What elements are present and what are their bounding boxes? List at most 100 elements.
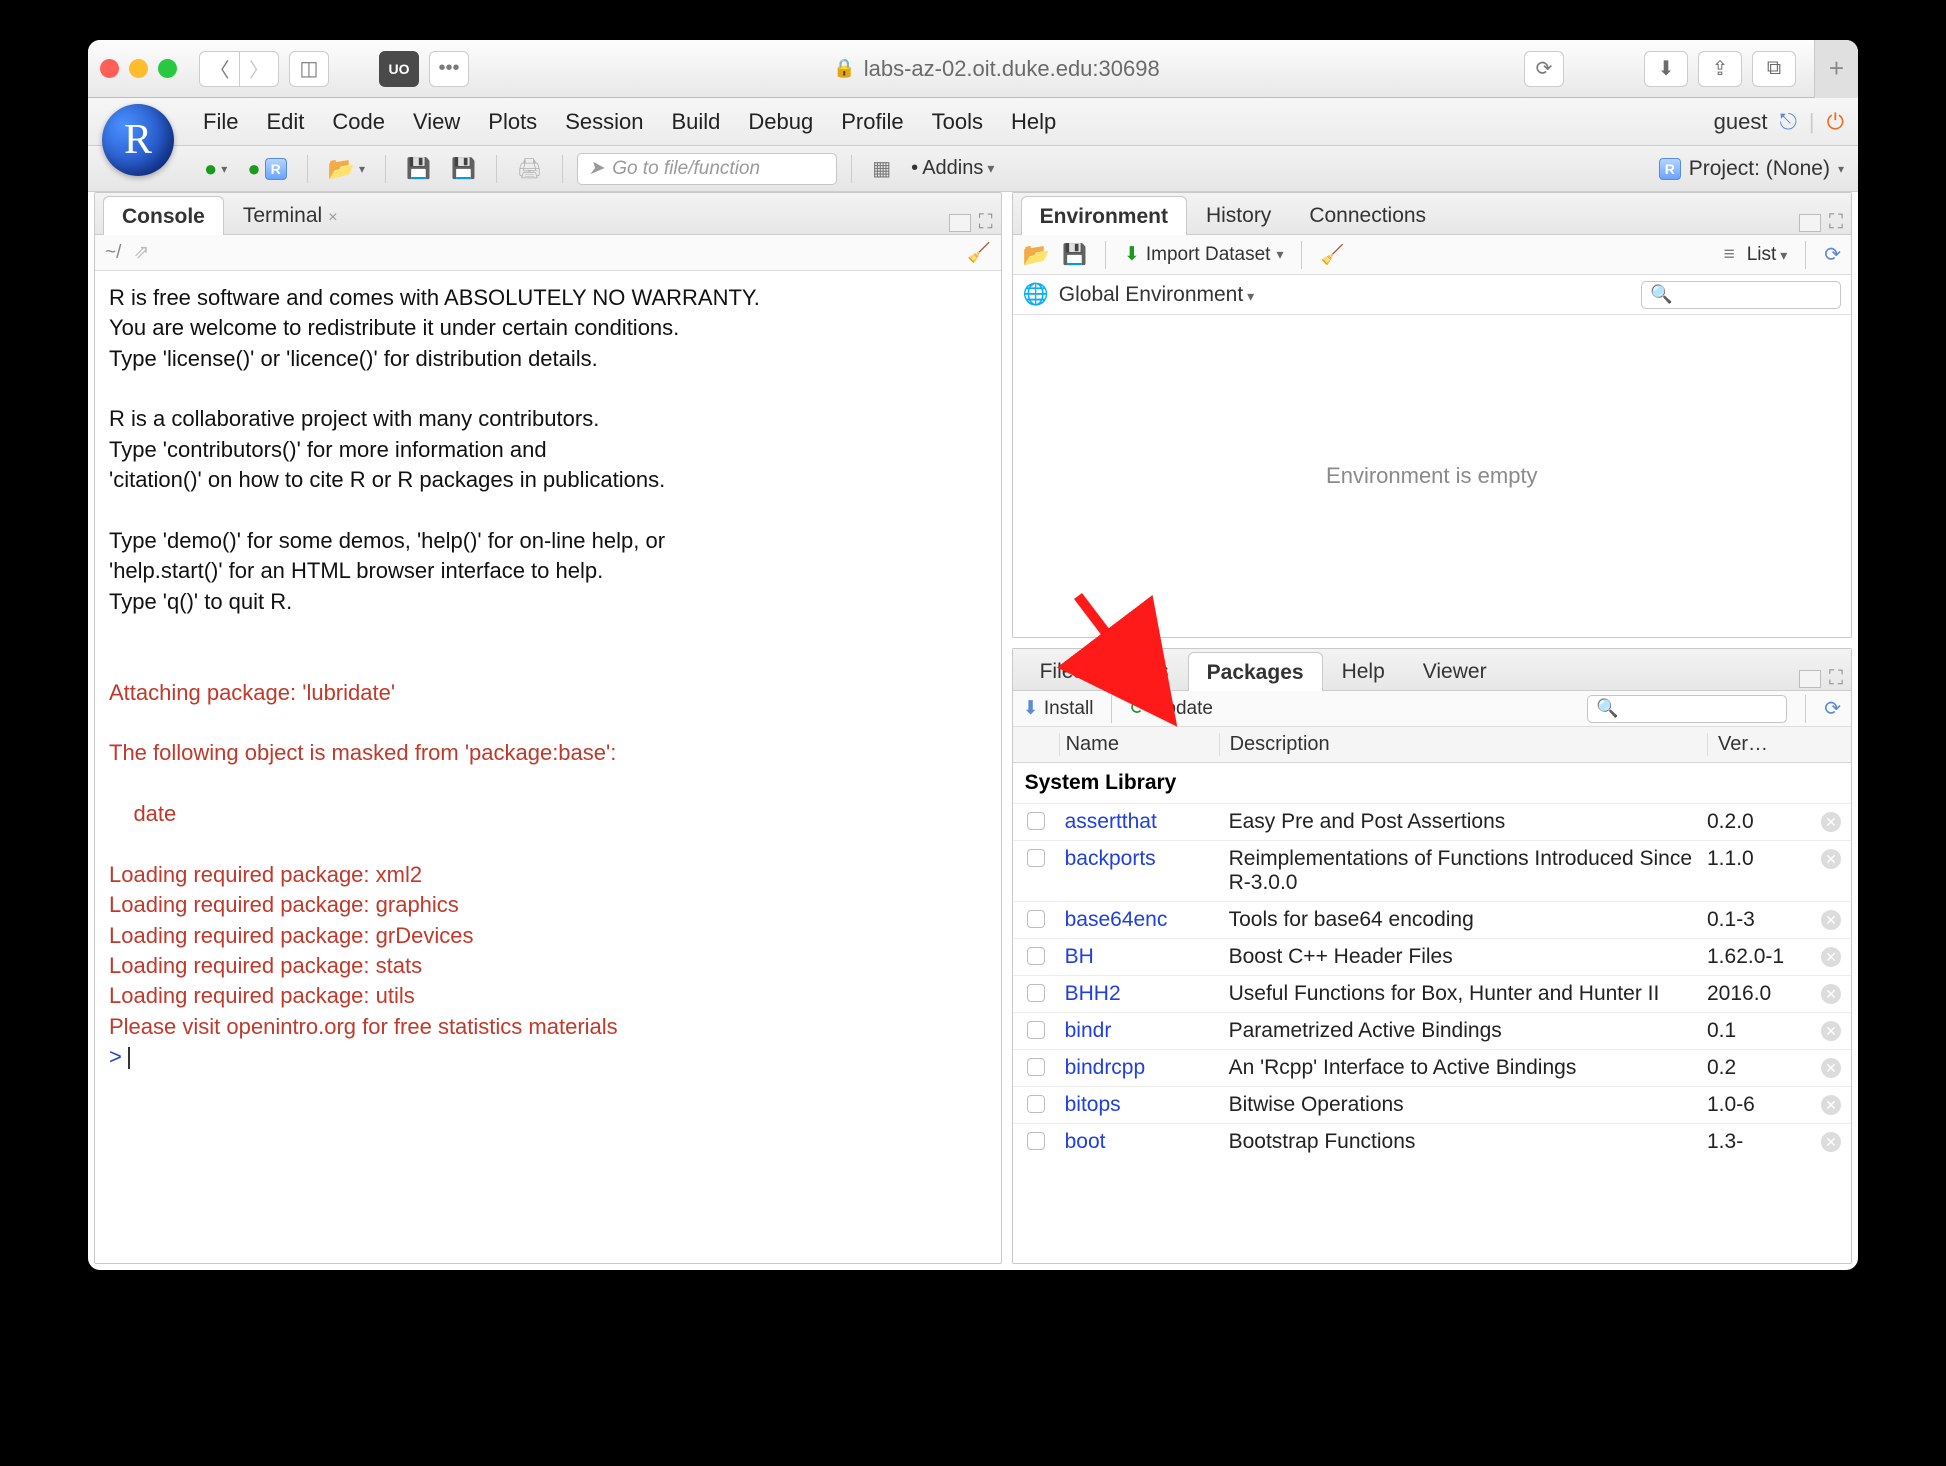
console-popout-icon[interactable]: ⇗ — [133, 241, 149, 264]
more-button[interactable]: ••• — [429, 51, 469, 87]
window-zoom-button[interactable] — [158, 59, 177, 78]
tab-terminal[interactable]: Terminal× — [224, 195, 357, 234]
pkg-checkbox[interactable] — [1027, 849, 1045, 867]
new-tab-button[interactable]: + — [1814, 40, 1858, 98]
address-bar[interactable]: 🔒 labs-az-02.oit.duke.edu:30698 — [833, 56, 1159, 82]
package-row[interactable]: bootBootstrap Functions1.3-✕ — [1013, 1123, 1851, 1160]
pkg-checkbox[interactable] — [1027, 1095, 1045, 1113]
menu-file[interactable]: File — [203, 109, 238, 135]
menu-session[interactable]: Session — [565, 109, 643, 135]
pkg-name-link[interactable]: BH — [1059, 945, 1219, 969]
package-row[interactable]: backportsReimplementations of Functions … — [1013, 840, 1851, 901]
env-search-input[interactable]: 🔍 — [1641, 281, 1841, 309]
new-file-button[interactable]: ●▾ — [198, 154, 233, 184]
signout-icon[interactable]: ⎋ — [1779, 109, 1796, 135]
menu-edit[interactable]: Edit — [266, 109, 304, 135]
menu-debug[interactable]: Debug — [748, 109, 813, 135]
pkg-name-link[interactable]: backports — [1059, 847, 1219, 871]
pkg-name-link[interactable]: assertthat — [1059, 810, 1219, 834]
package-row[interactable]: BHH2Useful Functions for Box, Hunter and… — [1013, 975, 1851, 1012]
addins-dropdown[interactable]: • Addins — [905, 155, 1000, 182]
load-workspace-button[interactable]: 📂 — [1023, 242, 1050, 268]
menu-profile[interactable]: Profile — [841, 109, 903, 135]
remove-pkg-button[interactable]: ✕ — [1821, 1021, 1841, 1041]
tab-console[interactable]: Console — [103, 196, 224, 235]
save-workspace-button[interactable]: 💾 — [1062, 242, 1087, 267]
pkg-checkbox[interactable] — [1027, 1021, 1045, 1039]
tab-help[interactable]: Help — [1323, 651, 1404, 690]
menu-plots[interactable]: Plots — [488, 109, 537, 135]
console-output[interactable]: R is free software and comes with ABSOLU… — [95, 271, 1001, 1263]
close-icon[interactable]: × — [328, 209, 337, 226]
save-all-button[interactable]: 💾 — [445, 154, 482, 183]
tab-environment[interactable]: Environment — [1021, 196, 1187, 235]
package-row[interactable]: bitopsBitwise Operations1.0-6✕ — [1013, 1086, 1851, 1123]
clear-env-button[interactable]: 🧹 — [1320, 243, 1344, 267]
tabs-button[interactable]: ⧉ — [1752, 51, 1796, 87]
remove-pkg-button[interactable]: ✕ — [1821, 1058, 1841, 1078]
pkg-checkbox[interactable] — [1027, 1058, 1045, 1076]
browser-forward-button[interactable]: 〉 — [239, 51, 279, 87]
sidebar-toggle-button[interactable]: ◫ — [289, 51, 329, 87]
pkg-checkbox[interactable] — [1027, 947, 1045, 965]
remove-pkg-button[interactable]: ✕ — [1821, 910, 1841, 930]
tab-files[interactable]: Files — [1021, 651, 1103, 690]
menu-code[interactable]: Code — [332, 109, 385, 135]
tab-viewer[interactable]: Viewer — [1404, 651, 1506, 690]
remove-pkg-button[interactable]: ✕ — [1821, 1132, 1841, 1152]
col-version[interactable]: Ver… — [1707, 733, 1811, 756]
pkg-checkbox[interactable] — [1027, 910, 1045, 928]
package-row[interactable]: base64encTools for base64 encoding0.1-3✕ — [1013, 901, 1851, 938]
tab-connections[interactable]: Connections — [1290, 195, 1445, 234]
pane-min-button[interactable] — [1799, 214, 1821, 232]
remove-pkg-button[interactable]: ✕ — [1821, 947, 1841, 967]
share-button[interactable]: ⇪ — [1698, 51, 1742, 87]
col-name[interactable]: Name — [1059, 733, 1219, 756]
menu-help[interactable]: Help — [1011, 109, 1056, 135]
pkg-name-link[interactable]: base64enc — [1059, 908, 1219, 932]
remove-pkg-button[interactable]: ✕ — [1821, 984, 1841, 1004]
list-mode-dropdown[interactable]: List — [1747, 244, 1788, 266]
goto-file-function-input[interactable]: ➤ Go to file/function — [577, 153, 837, 185]
power-icon[interactable]: ⏻ — [1827, 109, 1844, 135]
new-project-button[interactable]: ●R — [241, 154, 292, 184]
remove-pkg-button[interactable]: ✕ — [1821, 812, 1841, 832]
package-row[interactable]: BHBoost C++ Header Files1.62.0-1✕ — [1013, 938, 1851, 975]
env-scope-dropdown[interactable]: Global Environment — [1059, 283, 1254, 307]
menu-tools[interactable]: Tools — [932, 109, 983, 135]
pkg-name-link[interactable]: bindr — [1059, 1019, 1219, 1043]
install-packages-button[interactable]: ⬇ Install — [1023, 697, 1094, 720]
project-menu[interactable]: R Project: (None) ▾ — [1659, 157, 1858, 181]
pkg-checkbox[interactable] — [1027, 812, 1045, 830]
pkg-checkbox[interactable] — [1027, 984, 1045, 1002]
refresh-pkg-button[interactable]: ⟳ — [1824, 696, 1841, 721]
save-button[interactable]: 💾 — [400, 154, 437, 183]
package-row[interactable]: bindrcppAn 'Rcpp' Interface to Active Bi… — [1013, 1049, 1851, 1086]
pane-max-icon[interactable]: ⛶ — [1829, 211, 1843, 234]
print-button[interactable]: 🖨 — [511, 154, 548, 183]
pkg-name-link[interactable]: boot — [1059, 1130, 1219, 1154]
pane-min-button[interactable] — [949, 214, 971, 232]
menu-build[interactable]: Build — [671, 109, 720, 135]
remove-pkg-button[interactable]: ✕ — [1821, 849, 1841, 869]
pane-max-icon[interactable]: ⛶ — [979, 211, 993, 234]
pkg-search-input[interactable]: 🔍 — [1587, 695, 1787, 723]
pkg-table-body[interactable]: System Library assertthatEasy Pre and Po… — [1013, 763, 1851, 1263]
window-minimize-button[interactable] — [129, 59, 148, 78]
open-file-button[interactable]: 📂▾ — [322, 154, 371, 184]
pkg-name-link[interactable]: bindrcpp — [1059, 1056, 1219, 1080]
package-row[interactable]: bindrParametrized Active Bindings0.1✕ — [1013, 1012, 1851, 1049]
pkg-name-link[interactable]: bitops — [1059, 1093, 1219, 1117]
window-close-button[interactable] — [100, 59, 119, 78]
remove-pkg-button[interactable]: ✕ — [1821, 1095, 1841, 1115]
tab-packages[interactable]: Packages — [1188, 652, 1323, 691]
tab-history[interactable]: History — [1187, 195, 1290, 234]
browser-back-button[interactable]: 〈 — [199, 51, 239, 87]
pane-max-icon[interactable]: ⛶ — [1829, 667, 1843, 690]
menu-view[interactable]: View — [413, 109, 460, 135]
broom-icon[interactable]: 🧹 — [967, 241, 991, 265]
refresh-env-button[interactable]: ⟳ — [1824, 242, 1841, 267]
import-dataset-button[interactable]: ⬇ Import Dataset — [1124, 243, 1284, 266]
tab-plots[interactable]: Plots — [1103, 651, 1188, 690]
pkg-checkbox[interactable] — [1027, 1132, 1045, 1150]
